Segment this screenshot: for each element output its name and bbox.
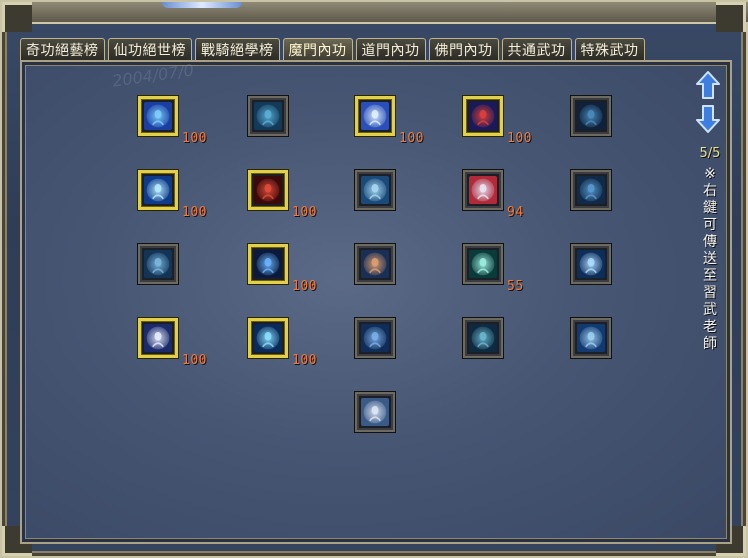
tab-mount-art-ranking[interactable]: 戰騎絕學榜 [195, 38, 280, 60]
skill-category-tabs: 奇功絕藝榜 仙功絕世榜 戰騎絕學榜 魔門內功 道門內功 佛門內功 共通武功 特殊… [20, 38, 645, 60]
skill-slot[interactable] [355, 244, 395, 284]
frame-corner-ornament [716, 2, 746, 32]
skill-slot[interactable] [355, 170, 395, 210]
tree-root-skill-icon [144, 250, 172, 278]
skill-slot[interactable] [138, 244, 178, 284]
tab-immortal-art-ranking[interactable]: 仙功絕世榜 [107, 38, 192, 60]
skill-slot[interactable] [248, 170, 288, 210]
scroll-down-arrow-icon[interactable] [695, 104, 721, 134]
tab-tao-sect-inner[interactable]: 道門內功 [355, 38, 426, 60]
skill-slot[interactable] [463, 318, 503, 358]
skill-slot[interactable] [463, 96, 503, 136]
skill-slot[interactable] [138, 318, 178, 358]
skill-slot[interactable] [355, 318, 395, 358]
standing-figure-skill-icon [577, 176, 605, 204]
energy-ring-skill-icon [361, 324, 389, 352]
page-indicator: 5/5 [699, 146, 721, 161]
skill-slot[interactable] [463, 244, 503, 284]
skill-slot[interactable] [571, 170, 611, 210]
window-top-bar[interactable] [2, 2, 748, 24]
glowing-body-skill-icon [254, 324, 282, 352]
skill-slot[interactable] [138, 170, 178, 210]
blood-armor-skill-icon [254, 176, 282, 204]
tab-special-martial[interactable]: 特殊武功 [574, 38, 645, 60]
skill-level-text: 100 [182, 131, 207, 146]
ice-wave-skill-icon [361, 176, 389, 204]
skill-level-text: 100 [399, 131, 424, 146]
skill-slot[interactable] [571, 96, 611, 136]
skill-slot[interactable] [355, 392, 395, 432]
wind-spiral-skill-icon [144, 176, 172, 204]
tab-buddha-sect-inner[interactable]: 佛門內功 [428, 38, 499, 60]
skill-slot[interactable] [463, 170, 503, 210]
crimson-slash-skill-icon [469, 102, 497, 130]
skill-level-text: 100 [507, 131, 532, 146]
tab-common-martial[interactable]: 共通武功 [501, 38, 572, 60]
skill-slot[interactable] [571, 318, 611, 358]
skill-level-text: 55 [507, 279, 524, 294]
skill-level-text: 94 [507, 205, 524, 220]
skill-level-text: 100 [182, 353, 207, 368]
tab-qigong-art-ranking[interactable]: 奇功絕藝榜 [20, 38, 105, 60]
twin-spirits-skill-icon [469, 324, 497, 352]
water-vortex-skill-icon [144, 102, 172, 130]
meditating-figure-skill-icon [254, 102, 282, 130]
mist-cloud-skill-icon [361, 398, 389, 426]
skill-slot[interactable] [248, 318, 288, 358]
dark-warrior-skill-icon [577, 102, 605, 130]
scroll-up-arrow-icon[interactable] [695, 70, 721, 100]
skill-level-text: 100 [182, 205, 207, 220]
moon-orb-skill-icon [577, 250, 605, 278]
skill-slot[interactable] [248, 244, 288, 284]
tab-demon-sect-inner[interactable]: 魔門內功 [282, 38, 353, 60]
crescent-blade-skill-icon [144, 324, 172, 352]
skill-slot[interactable] [355, 96, 395, 136]
frame-corner-ornament [2, 2, 32, 32]
right-click-hint-text: ※右鍵可傳送至習武老師 [703, 166, 717, 352]
winged-spirit-skill-icon [361, 102, 389, 130]
skill-level-text: 100 [292, 279, 317, 294]
yin-yang-skill-icon [469, 176, 497, 204]
skill-level-text: 100 [292, 353, 317, 368]
skill-level-text: 100 [292, 205, 317, 220]
skill-slot[interactable] [138, 96, 178, 136]
spirit-totem-skill-icon [469, 250, 497, 278]
armored-knight-skill-icon [254, 250, 282, 278]
skill-slot[interactable] [248, 96, 288, 136]
sweeping-wave-skill-icon [577, 324, 605, 352]
top-ornament-icon [162, 2, 242, 8]
skill-window: 奇功絕藝榜 仙功絕世榜 戰騎絕學榜 魔門內功 道門內功 佛門內功 共通武功 特殊… [0, 0, 748, 558]
flame-monk-skill-icon [361, 250, 389, 278]
skill-slot[interactable] [571, 244, 611, 284]
